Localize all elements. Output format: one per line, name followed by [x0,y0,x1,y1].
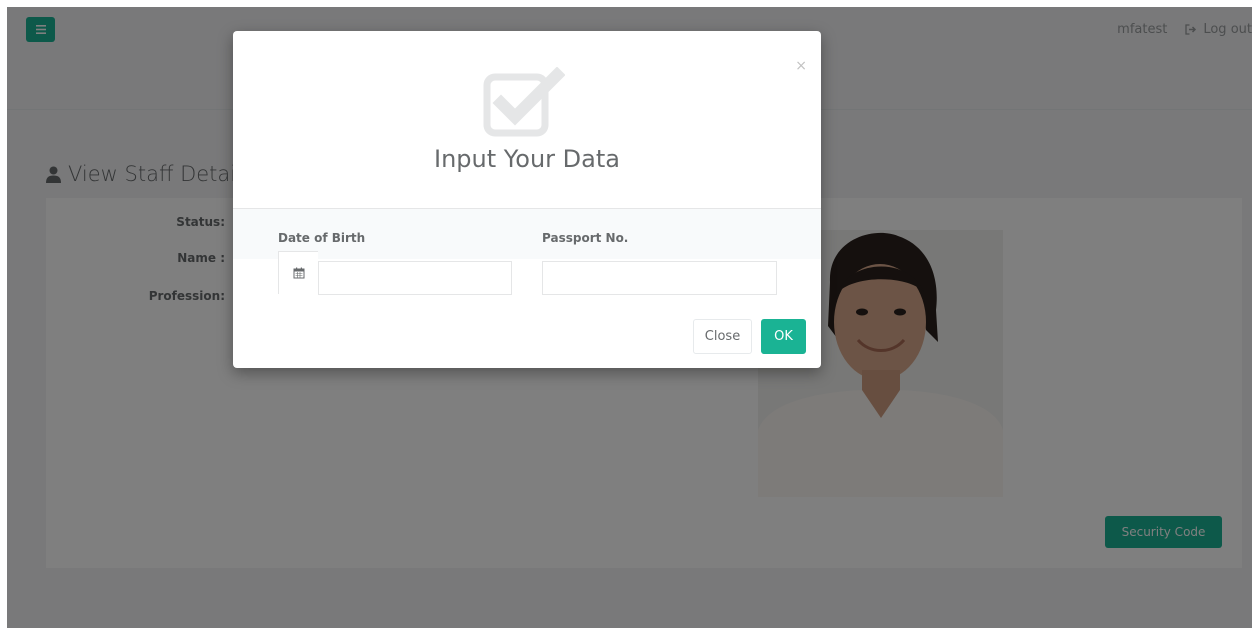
ok-button[interactable]: OK [761,319,806,354]
passport-number-input[interactable] [542,261,777,295]
passport-label: Passport No. [542,231,629,245]
modal-close-icon[interactable]: × [795,59,807,73]
date-of-birth-input[interactable] [318,261,512,295]
modal-form-area: Date of Birth Passport No. [233,208,821,259]
date-of-birth-label: Date of Birth [278,231,366,245]
close-button[interactable]: Close [693,319,752,354]
modal-title: Input Your Data [434,145,620,173]
input-data-modal: × Input Your Data Date of Birth Passport… [233,31,821,368]
calendar-icon [293,267,304,279]
check-square-icon [483,66,566,141]
calendar-addon[interactable] [278,251,318,294]
staff-details-page: mfatest Log out View Staff Details Statu… [7,7,1252,628]
